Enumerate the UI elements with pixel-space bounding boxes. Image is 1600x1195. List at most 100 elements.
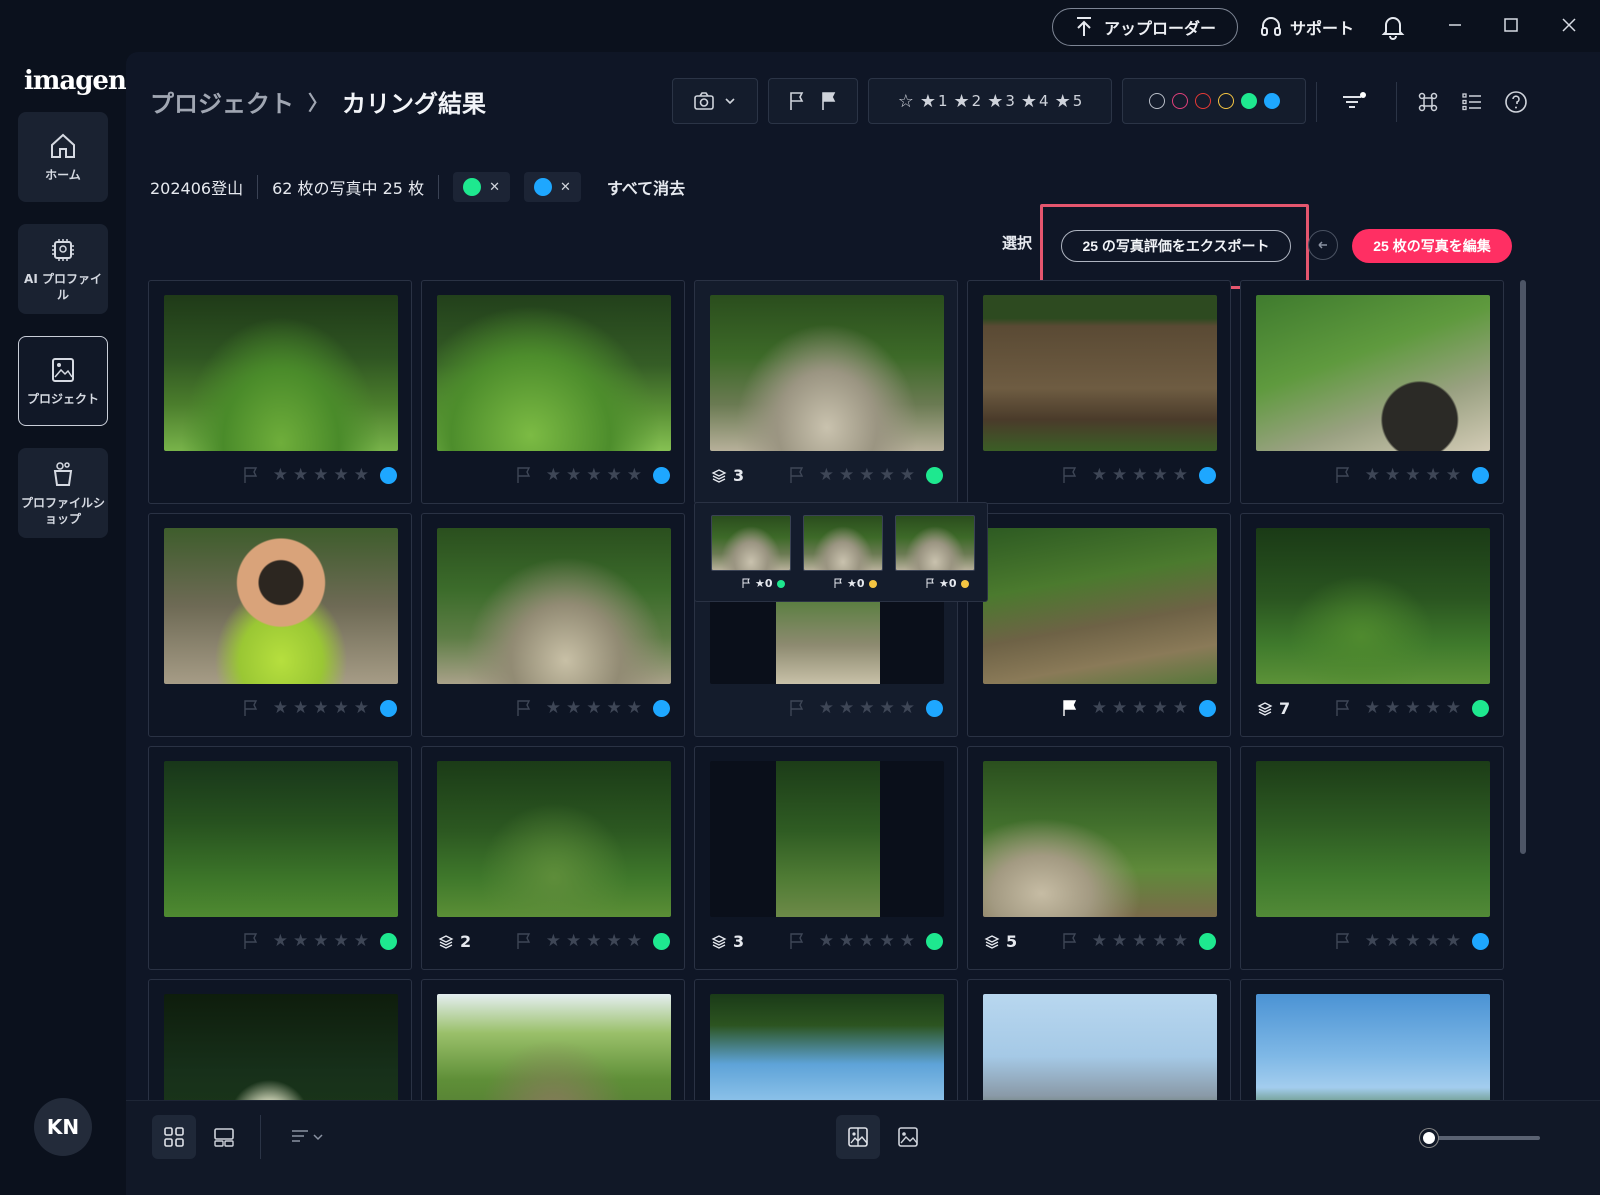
flag-outline-icon[interactable] (242, 699, 260, 717)
star-icon[interactable]: ★ (546, 699, 561, 717)
sidebar-item-project[interactable]: プロジェクト (18, 336, 108, 426)
photo-card[interactable]: ★ ★ ★ ★ ★ (421, 513, 685, 737)
flag-outline-icon[interactable] (515, 699, 533, 717)
photo-card[interactable]: ★ ★ ★ ★ ★ (967, 513, 1231, 737)
star-icon[interactable]: ★ (354, 932, 369, 950)
photo-thumbnail[interactable] (437, 528, 671, 684)
star-icon[interactable]: ★ (900, 932, 915, 950)
color-label-dot[interactable] (1472, 699, 1489, 717)
photo-thumbnail[interactable] (1256, 761, 1490, 917)
flag-outline-icon[interactable] (242, 466, 260, 484)
filter-chip-blue[interactable]: ✕ (523, 172, 581, 202)
star-icon[interactable]: ★ (819, 932, 834, 950)
star-icon[interactable]: ★ (1132, 932, 1147, 950)
flag-filled-icon[interactable] (820, 91, 838, 111)
star-icon[interactable]: ★ (1426, 466, 1441, 484)
star-icon[interactable]: ★ (1173, 466, 1188, 484)
flag-outline-icon[interactable] (1334, 932, 1352, 950)
sidebar-item-profile-shop[interactable]: プロファイルショップ (18, 448, 108, 538)
thumbnail-size-slider[interactable] (1428, 1136, 1540, 1140)
filmstrip-view-button[interactable] (202, 1115, 246, 1159)
flag-outline-icon[interactable] (515, 466, 533, 484)
photo-card[interactable]: ★ ★ ★ ★ ★ (148, 746, 412, 970)
flag-outline-icon[interactable] (788, 91, 806, 111)
color-label-dot[interactable] (1199, 466, 1216, 484)
star-icon[interactable]: ★ (1173, 932, 1188, 950)
photo-card[interactable]: ★ ★ ★ ★ ★ (967, 280, 1231, 504)
undo-button[interactable] (1308, 230, 1338, 260)
star-icon[interactable]: ★ (1092, 932, 1107, 950)
photo-card[interactable]: ★ ★ ★ ★ ★ (1240, 280, 1504, 504)
color-label-dot[interactable] (653, 932, 670, 950)
star-icon[interactable]: ★ (627, 932, 642, 950)
stack-mini-thumbnail[interactable] (895, 515, 975, 571)
color-label-dot[interactable] (926, 932, 943, 950)
star-icon[interactable]: ★ (566, 699, 581, 717)
star-icon[interactable]: ★ (1365, 932, 1380, 950)
flag-outline-icon[interactable] (1061, 466, 1079, 484)
star-icon[interactable]: ★ (354, 466, 369, 484)
photo-thumbnail[interactable] (710, 295, 944, 451)
star-icon[interactable]: ★ (1426, 699, 1441, 717)
star-icon[interactable]: ★ (334, 466, 349, 484)
stack-count[interactable]: 2 (438, 932, 471, 951)
star-icon[interactable]: ★ (1365, 466, 1380, 484)
star-icon[interactable]: ★ (586, 699, 601, 717)
sidebar-item-home[interactable]: ホーム (18, 112, 108, 202)
uploader-button[interactable]: アップローダー (1052, 8, 1238, 46)
photo-card[interactable]: ★ ★ ★ ★ ★ (148, 280, 412, 504)
star-icon[interactable]: ★ (273, 699, 288, 717)
star-icon[interactable]: ★ (293, 466, 308, 484)
photo-thumbnail[interactable] (164, 761, 398, 917)
sort-filter-button[interactable] (1340, 88, 1368, 116)
flag-outline-icon[interactable] (788, 699, 806, 717)
star-icon[interactable]: ★ (586, 932, 601, 950)
color-filter-blue[interactable] (1263, 93, 1280, 109)
stack-count[interactable]: 3 (711, 466, 744, 485)
flag-outline-icon[interactable] (788, 466, 806, 484)
photo-card[interactable]: ★ ★ ★ ★ ★ (148, 513, 412, 737)
flag-outline-icon[interactable] (242, 932, 260, 950)
camera-filter-dropdown[interactable] (672, 78, 758, 124)
breadcrumb-parent[interactable]: プロジェクト (150, 84, 294, 119)
color-filter-green[interactable] (1240, 93, 1257, 109)
star-icon[interactable]: ★ (1112, 466, 1127, 484)
export-ratings-button[interactable]: 25 の写真評価をエクスポート (1061, 230, 1291, 262)
close-icon[interactable]: ✕ (560, 180, 571, 195)
photo-thumbnail[interactable] (983, 528, 1217, 684)
star-icon[interactable]: ★ (859, 932, 874, 950)
star-icon[interactable]: ★ (1153, 466, 1168, 484)
star-filter-3[interactable]: ★ 3 (987, 91, 1015, 112)
photo-thumbnail[interactable] (437, 295, 671, 451)
star-icon[interactable]: ★ (607, 466, 622, 484)
star-icon[interactable]: ★ (1446, 466, 1461, 484)
star-icon[interactable]: ★ (607, 699, 622, 717)
minimize-button[interactable] (1440, 10, 1470, 40)
star-icon[interactable]: ★ (819, 466, 834, 484)
star-icon[interactable]: ★ (273, 932, 288, 950)
color-filter-none[interactable] (1148, 93, 1165, 109)
stack-count[interactable]: 5 (984, 932, 1017, 951)
photo-thumbnail[interactable] (710, 761, 944, 917)
avatar[interactable]: KN (34, 1098, 92, 1156)
star-icon[interactable]: ★ (1426, 932, 1441, 950)
filter-chip-green[interactable]: ✕ (453, 172, 510, 202)
star-filter-5[interactable]: ★ 5 (1055, 91, 1083, 112)
star-icon[interactable]: ★ (1405, 932, 1420, 950)
star-filter-2[interactable]: ★ 2 (954, 91, 982, 112)
flag-outline-icon[interactable] (1334, 466, 1352, 484)
star-icon[interactable]: ★ (880, 466, 895, 484)
close-button[interactable] (1554, 10, 1584, 40)
stack-mini-thumbnail[interactable] (711, 515, 791, 571)
star-icon[interactable]: ★ (1112, 699, 1127, 717)
compare-view-button[interactable] (836, 1115, 880, 1159)
photo-card[interactable]: 2 ★ ★ ★ ★ ★ (421, 746, 685, 970)
star-icon[interactable]: ★ (293, 699, 308, 717)
star-icon[interactable]: ★ (313, 932, 328, 950)
photo-card[interactable]: 3 ★ ★ ★ ★ ★ (694, 280, 958, 504)
star-icon[interactable]: ★ (1132, 466, 1147, 484)
star-icon[interactable]: ★ (880, 699, 895, 717)
grid-view-button[interactable] (152, 1115, 196, 1159)
color-label-dot[interactable] (1199, 699, 1216, 717)
star-icon[interactable]: ★ (354, 699, 369, 717)
